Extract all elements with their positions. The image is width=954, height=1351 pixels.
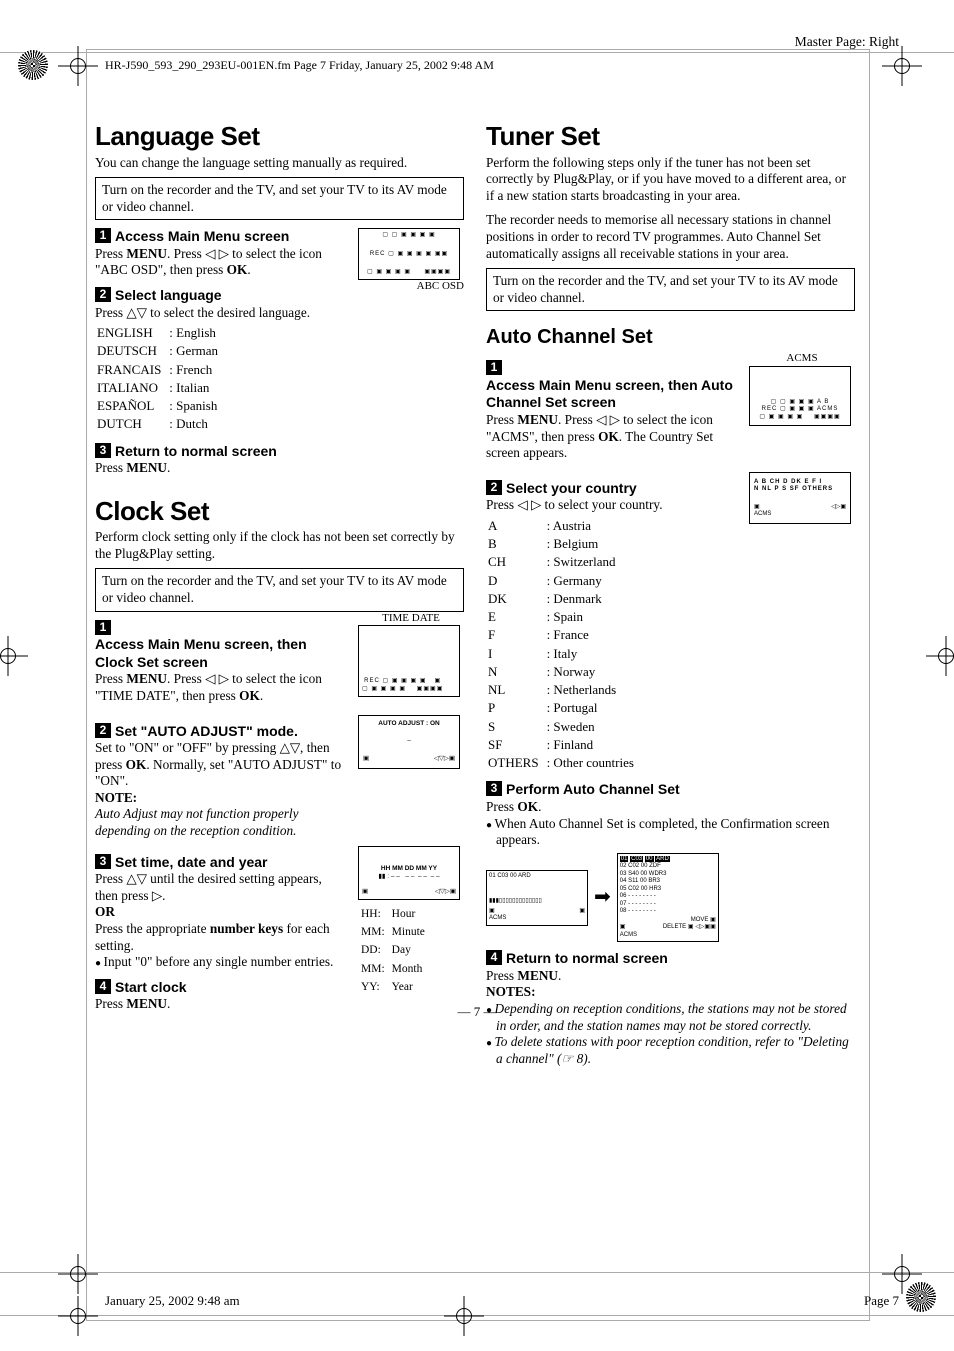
left-column: Language Set You can change the language… — [95, 120, 464, 1067]
clock-step3-body1: Press △▽ until the desired setting appea… — [95, 871, 348, 904]
clock-set-title: Clock Set — [95, 495, 464, 528]
clock-step3-title: Set time, date and year — [115, 854, 268, 872]
tuner-set-title: Tuner Set — [486, 120, 855, 153]
step-number-1: 1 — [95, 620, 111, 635]
registration-sunburst-icon — [18, 50, 48, 80]
tuner-precondition-box: Turn on the recorder and the TV, and set… — [486, 268, 855, 311]
progress-figure: 01 C03 00 ARD ▮▮▮▯▯▯▯▯▯▯▯▯▯▯▯▯ ▣ACMS▣ — [486, 870, 588, 926]
clock-step4-title: Start clock — [115, 979, 187, 997]
clock-step2-title: Set "AUTO ADJUST" mode. — [115, 723, 298, 741]
language-table: ENGLISH: EnglishDEUTSCH: GermanFRANCAIS:… — [95, 323, 226, 435]
clock-precondition-box: Turn on the recorder and the TV, and set… — [95, 568, 464, 611]
registration-mark-icon — [882, 46, 922, 86]
confirmation-figures: 01 C03 00 ARD ▮▮▮▯▯▯▯▯▯▯▯▯▯▯▯▯ ▣ACMS▣ ➡ … — [486, 853, 855, 943]
auto-adjust-figure: AUTO ADJUST : ON – ▣◁▽▷▣ — [358, 715, 460, 769]
acs-step4-body: Press MENU. — [486, 968, 855, 985]
time-entry-figure: HH MM DD MM YY ▮▮ : – – – – – – – – ▣◁▽▷… — [358, 846, 460, 900]
acms-caption: ACMS — [749, 352, 855, 366]
step-number-4: 4 — [95, 979, 111, 994]
step1-title: Access Main Menu screen — [115, 228, 289, 246]
step2-body: Press △▽ to select the desired language. — [95, 305, 348, 322]
clock-step3-bullet: Input "0" before any single number entri… — [95, 954, 348, 971]
acs-step3-title: Perform Auto Channel Set — [506, 781, 680, 799]
clock-set-intro: Perform clock setting only if the clock … — [95, 529, 464, 562]
or-label: OR — [95, 904, 115, 919]
acs-step3-bullet: When Auto Channel Set is completed, the … — [486, 816, 855, 849]
time-date-figure: REC ▢ ▣ ▣ ▣ ▣ ▣▢ ▣ ▣ ▣ ▣ ▣▣▣▣ — [358, 625, 460, 697]
page-number: — 7 — — [0, 1004, 954, 1020]
acs-step1-title: Access Main Menu screen, then Auto Chann… — [486, 377, 739, 412]
auto-channel-set-title: Auto Channel Set — [486, 325, 855, 350]
right-column: Tuner Set Perform the following steps on… — [486, 120, 855, 1067]
registration-mark-icon — [58, 1254, 98, 1294]
step1-body: Press MENU. Press ◁ ▷ to select the icon… — [95, 246, 348, 279]
notes-label: NOTES: — [486, 984, 855, 1001]
step-number-3: 3 — [95, 854, 111, 869]
abc-osd-caption: ABC OSD — [358, 280, 464, 294]
step-number-3: 3 — [486, 781, 502, 796]
clock-step1-body: Press MENU. Press ◁ ▷ to select the icon… — [95, 671, 348, 704]
note-label: NOTE: — [95, 790, 348, 807]
step-number-1: 1 — [95, 228, 111, 243]
step-number-2: 2 — [95, 723, 111, 738]
clock-step2-body: Set to "ON" or "OFF" by pressing △▽, the… — [95, 740, 348, 790]
clock-step1-title: Access Main Menu screen, then Clock Set … — [95, 636, 348, 671]
acs-step3-body: Press OK. — [486, 799, 855, 816]
clock-step3-body2: Press the appropriate number keys for ea… — [95, 921, 348, 954]
tuner-intro-2: The recorder needs to memorise all neces… — [486, 212, 855, 262]
master-page-label: Master Page: Right — [795, 34, 899, 51]
step-number-1: 1 — [486, 360, 502, 375]
note-body: Auto Adjust may not function properly de… — [95, 806, 348, 839]
footer-date: January 25, 2002 9:48 am — [105, 1293, 240, 1309]
acs-step2-body: Press ◁ ▷ to select your country. — [486, 497, 739, 514]
country-select-figure: A B CH D DK E F I N NL P S SF OTHERS ▣AC… — [749, 472, 851, 524]
step2-title: Select language — [115, 287, 222, 305]
step3-body: Press MENU. — [95, 460, 464, 477]
confirmation-figure: 01 C03 00 ARD02 C02 00 ZDF03 S40 00 WDR3… — [617, 853, 719, 943]
acs-step4-title: Return to normal screen — [506, 950, 668, 968]
step3-title: Return to normal screen — [115, 443, 277, 461]
registration-mark-icon — [882, 1254, 922, 1294]
registration-mark-icon — [58, 46, 98, 86]
country-table: A: AustriaB: BelgiumCH: SwitzerlandD: Ge… — [486, 516, 642, 774]
tuner-intro-1: Perform the following steps only if the … — [486, 155, 855, 205]
acms-figure: ▢ ▢ ▣ ▣ ▣ A BREC ▢ ▣ ▣ ▣ ACMS▢ ▣ ▣ ▣ ▣ ▣… — [749, 366, 851, 426]
acs-step2-title: Select your country — [506, 480, 637, 498]
time-legend: HH:HourMM:MinuteDD:DayMM:MonthYY:Year — [358, 904, 431, 998]
registration-mark-icon — [58, 1296, 98, 1336]
step-number-3: 3 — [95, 443, 111, 458]
step-number-4: 4 — [486, 950, 502, 965]
filename-header: HR-J590_593_290_293EU-001EN.fm Page 7 Fr… — [105, 58, 494, 73]
registration-mark-icon — [0, 636, 28, 676]
step-number-2: 2 — [95, 287, 111, 302]
language-set-intro: You can change the language setting manu… — [95, 155, 464, 172]
footer-page: Page 7 — [864, 1293, 899, 1309]
time-date-caption: TIME DATE — [358, 612, 464, 626]
registration-mark-icon — [926, 636, 954, 676]
arrow-right-icon: ➡ — [594, 885, 611, 910]
step-number-2: 2 — [486, 480, 502, 495]
language-set-title: Language Set — [95, 120, 464, 153]
language-precondition-box: Turn on the recorder and the TV, and set… — [95, 177, 464, 220]
acs-step1-body: Press MENU. Press ◁ ▷ to select the icon… — [486, 412, 739, 462]
abc-osd-figure: ▢ ▢ ▣ ▣ ▣ ▣ REC ▢ ▣ ▣ ▣ ▣ ▣▣ ▢ ▣ ▣ ▣ ▣ ▣… — [358, 228, 460, 280]
